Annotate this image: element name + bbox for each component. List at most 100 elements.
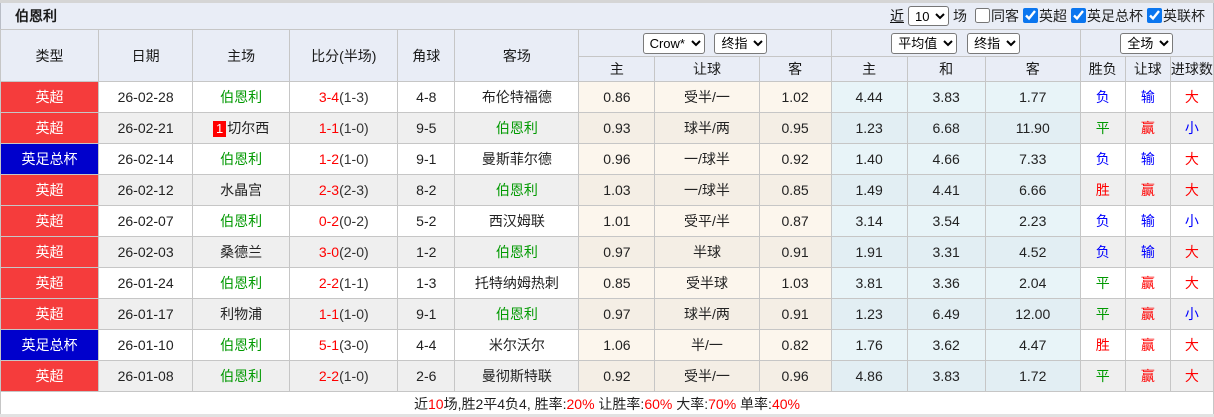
handicap-line: 受半/一 [654,360,760,392]
filter-英超[interactable]: 英超 [1023,6,1067,26]
home-team-name: 伯恩利 [220,89,263,105]
col-handicap-home: 主 [578,56,656,82]
handicap-home-odds: 0.97 [578,236,656,268]
match-row: 英足总杯 26-01-10 伯恩利 5-1(3-0) 4-4 米尔沃尔 1.06 半/一 0.8… [0,329,1214,361]
match-history-panel: 伯恩利 近 10 场 同客 英超 英足总杯 英联杯 类型 日期 主场 比分(半场) 角… [0,0,1214,417]
matches-table: 类型 日期 主场 比分(半场) 角球 客场 Crow* 终指 平均值 终指 全场 [0,29,1214,414]
full-time-score: 3-0 [318,244,340,260]
match-row: 英超 26-02-21 1 切尔西 1-1(1-0) 9-5 伯恩利 0.93 球半/两 0.95… [0,112,1214,144]
score-cell: 1-2(1-0) [289,143,399,175]
summary-segment: 让胜率: [594,396,645,412]
europe-away-odds: 1.77 [984,81,1081,113]
league-badge: 英超 [0,205,100,237]
result-wdl: 平 [1079,267,1126,299]
full-time-score: 1-1 [318,120,340,136]
summary-segment: 20% [566,396,595,412]
result-scope-select[interactable]: 全场 [1120,32,1174,54]
handicap-away-odds: 0.91 [758,236,832,268]
europe-draw-odds: 3.54 [906,205,986,237]
date-cell: 26-02-03 [98,236,194,268]
europe-draw-odds: 3.83 [906,360,986,392]
handicap-away-odds: 0.87 [758,205,832,237]
handicap-line: 球半/两 [654,298,760,330]
europe-away-odds: 2.04 [984,267,1081,299]
result-goals: 大 [1169,360,1214,392]
result-handicap: 输 [1124,205,1171,237]
match-count-select[interactable]: 10 [908,6,949,26]
home-team-cell: 1 切尔西 [192,112,291,144]
filter-toolbar: 近 10 场 同客 英超 英足总杯 英联杯 [890,6,1205,27]
result-goals: 小 [1169,298,1214,330]
league-badge: 英超 [0,360,100,392]
handicap-source-select[interactable]: Crow* [642,32,705,54]
page-title: 伯恩利 [15,8,57,24]
summary-segment: 场,胜2平4负4, 胜率: [443,396,567,412]
score-cell: 0-2(0-2) [289,205,399,237]
home-team-name: 伯恩利 [220,151,263,167]
summary-row: 近10场,胜2平4负4, 胜率:20% 让胜率:60% 大率:70% 单率:40… [0,391,1214,414]
away-team-name: 米尔沃尔 [488,337,545,353]
home-team-cell: 伯恩利 [192,329,291,361]
home-team-cell: 桑德兰 [192,236,291,268]
result-goals: 大 [1169,267,1214,299]
filter-英联杯[interactable]: 英联杯 [1147,6,1205,26]
full-time-score: 1-1 [318,306,340,322]
summary-segment: 10 [428,396,444,412]
handicap-selects-cell: Crow* 终指 [578,29,832,57]
filter-checkbox[interactable] [1147,8,1162,24]
half-time-score: (1-0) [339,120,369,136]
europe-away-odds: 11.90 [984,112,1081,144]
europe-source-select[interactable]: 平均值 [891,32,958,54]
handicap-line: 半/一 [654,329,760,361]
league-badge: 英足总杯 [0,329,100,361]
col-score: 比分(半场) [289,29,399,82]
filter-label: 英联杯 [1163,7,1205,24]
corner-cell: 4-4 [397,329,456,361]
handicap-away-odds: 0.85 [758,174,832,206]
date-cell: 26-02-28 [98,81,194,113]
filter-checkbox[interactable] [1071,8,1086,24]
result-handicap: 赢 [1124,360,1171,392]
result-goals: 大 [1169,81,1214,113]
half-time-score: (1-0) [339,368,369,384]
europe-draw-odds: 3.31 [906,236,986,268]
filter-checkbox[interactable] [975,8,990,24]
match-row: 英超 26-01-08 伯恩利 2-2(1-0) 2-6 曼彻斯特联 0.92 受半/一 0.9… [0,360,1214,392]
europe-kind-select[interactable]: 终指 [967,32,1021,54]
corner-cell: 1-3 [397,267,456,299]
handicap-home-odds: 1.03 [578,174,656,206]
filter-英足总杯[interactable]: 英足总杯 [1071,6,1143,26]
europe-draw-odds: 4.41 [906,174,986,206]
away-team-name: 伯恩利 [495,306,538,322]
away-team-cell: 布伦特福德 [454,81,580,113]
home-team-name: 伯恩利 [220,368,263,384]
col-europe-draw: 和 [906,56,986,82]
summary-segment: 单率: [736,396,772,412]
date-cell: 26-02-14 [98,143,194,175]
europe-selects-cell: 平均值 终指 [830,29,1081,57]
result-wdl: 负 [1079,205,1126,237]
score-cell: 2-2(1-0) [289,360,399,392]
filter-checkbox[interactable] [1023,8,1038,24]
home-team-cell: 伯恩利 [192,360,291,392]
result-goals: 大 [1169,174,1214,206]
result-handicap: 赢 [1124,298,1171,330]
league-filters: 同客 英超 英足总杯 英联杯 [971,6,1205,27]
europe-away-odds: 6.66 [984,174,1081,206]
filter-同客[interactable]: 同客 [975,6,1019,26]
league-badge: 英超 [0,81,100,113]
near-link[interactable]: 近 [890,6,904,26]
red-card-badge: 1 [213,121,227,137]
summary-segment: 70% [708,396,737,412]
away-team-cell: 伯恩利 [454,298,580,330]
away-team-name: 曼彻斯特联 [481,368,552,384]
result-handicap: 赢 [1124,267,1171,299]
result-wdl: 负 [1079,81,1126,113]
handicap-kind-select[interactable]: 终指 [714,32,768,54]
half-time-score: (3-0) [339,337,369,353]
matches-suffix-label: 场 [953,8,967,24]
europe-home-odds: 1.49 [830,174,908,206]
europe-home-odds: 3.81 [830,267,908,299]
match-row: 英足总杯 26-02-14 伯恩利 1-2(1-0) 9-1 曼斯菲尔德 0.96 一/球半 0… [0,143,1214,175]
home-team-name: 伯恩利 [220,213,263,229]
